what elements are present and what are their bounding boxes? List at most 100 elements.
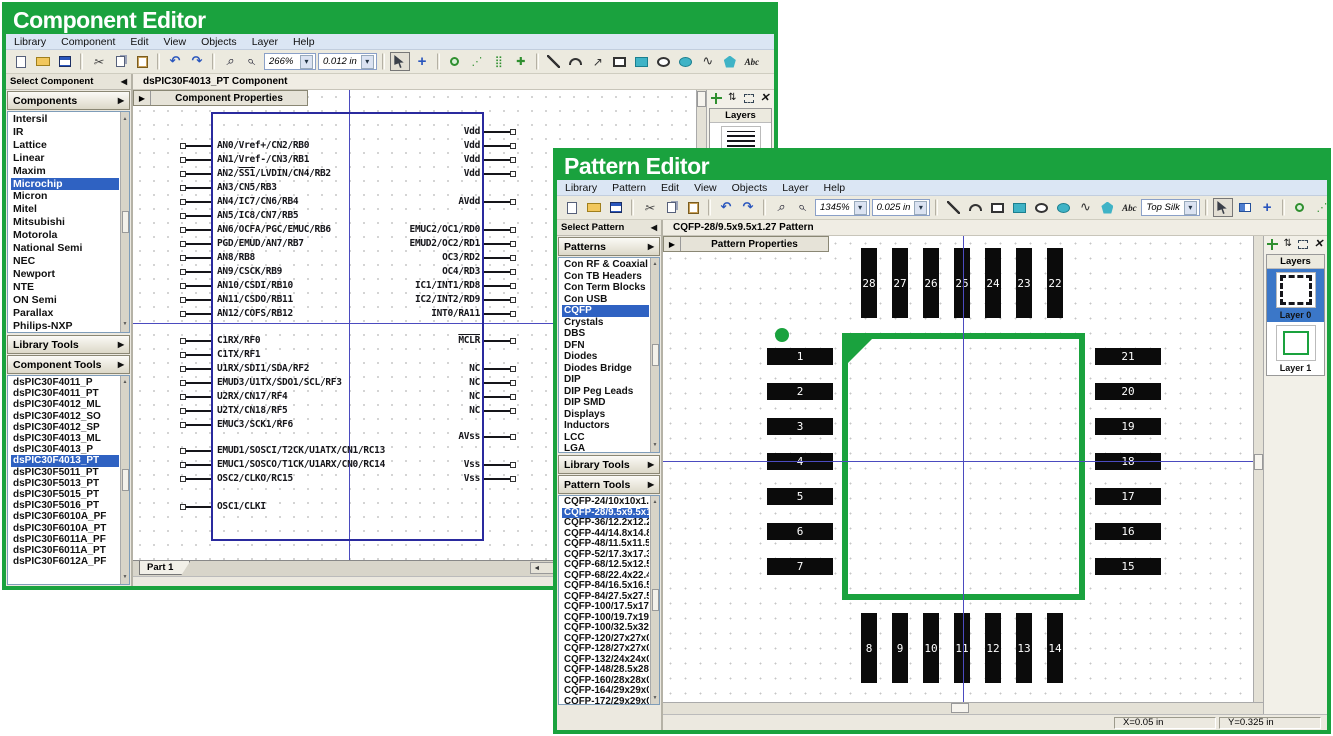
ellipse-tool[interactable] — [654, 52, 674, 71]
filled-circle-tool[interactable] — [1053, 198, 1073, 217]
part-tab[interactable]: Part 1 — [139, 561, 190, 575]
new-icon[interactable] — [562, 198, 582, 217]
manufacturer-item[interactable]: Microchip — [11, 178, 119, 191]
part-item[interactable]: dsPIC30F4011_PT — [11, 388, 119, 399]
pad[interactable]: 8 — [861, 613, 877, 683]
manufacturer-item[interactable]: Picaxe — [11, 332, 119, 333]
pad[interactable]: 19 — [1095, 418, 1161, 435]
menu-item[interactable]: Objects — [732, 182, 768, 194]
manufacturer-item[interactable]: ON Semi — [11, 294, 119, 307]
undo-icon[interactable]: ↶ — [165, 52, 185, 71]
size-item[interactable]: CQFP-100/32.5x32.5 — [562, 623, 649, 634]
size-item[interactable]: CQFP-52/17.3x17.3x — [562, 550, 649, 561]
menu-item[interactable]: Library — [565, 182, 597, 194]
pad[interactable]: 17 — [1095, 488, 1161, 505]
filled-rectangle-tool[interactable] — [632, 52, 652, 71]
zoom-select[interactable]: 266% — [264, 53, 316, 70]
pad[interactable]: 6 — [767, 523, 833, 540]
part-item[interactable]: dsPIC30F6011A_PT — [11, 545, 119, 556]
rectangle-tool[interactable] — [987, 198, 1007, 217]
component-properties-button[interactable]: ▶ Component Properties — [133, 90, 308, 106]
pointer-tool[interactable] — [390, 52, 410, 71]
category-item[interactable]: CQFP — [562, 305, 649, 317]
move-icon[interactable] — [709, 91, 723, 105]
part-item[interactable]: dsPIC30F4012_ML — [11, 399, 119, 410]
manufacturer-item[interactable]: Intersil — [11, 113, 119, 126]
category-item[interactable]: LGA — [562, 443, 649, 453]
open-icon[interactable] — [33, 52, 53, 71]
part-item[interactable]: dsPIC30F5015_PT — [11, 489, 119, 500]
pad[interactable]: 10 — [923, 613, 939, 683]
pattern-properties-button[interactable]: ▶ Pattern Properties — [663, 236, 829, 252]
pad[interactable]: 27 — [892, 248, 908, 318]
size-item[interactable]: CQFP-128/27x27x0.8 — [562, 644, 649, 655]
menu-item[interactable]: View — [694, 182, 717, 194]
menu-item[interactable]: Edit — [130, 36, 148, 48]
part-item[interactable]: dsPIC30F4013_P — [11, 444, 119, 455]
pattern-doc-tab[interactable]: CQFP-28/9.5x9.5x1.27 Pattern — [663, 220, 1327, 236]
close-icon[interactable]: ✕ — [758, 91, 772, 105]
menu-item[interactable]: Help — [293, 36, 315, 48]
pad[interactable]: 1 — [767, 348, 833, 365]
place-pin-matrix-tool[interactable]: ⣿ — [489, 52, 509, 71]
component-tools-button[interactable]: Component Tools ▶ — [7, 355, 130, 374]
manufacturer-item[interactable]: IR — [11, 126, 119, 139]
part-item[interactable]: dsPIC30F5011_PT — [11, 467, 119, 478]
pad[interactable]: 7 — [767, 558, 833, 575]
pad[interactable]: 15 — [1095, 558, 1161, 575]
layer-1-item[interactable]: Layer 1 — [1267, 322, 1324, 375]
size-item[interactable]: CQFP-36/12.2x12.2x — [562, 518, 649, 529]
zoom-out-icon[interactable]: ⌕ — [793, 198, 813, 217]
zoom-select[interactable]: 1345% — [815, 199, 870, 216]
move-icon[interactable] — [1265, 237, 1279, 251]
size-item[interactable]: CQFP-120/27x27x0.8 — [562, 634, 649, 645]
rectangle-tool[interactable] — [610, 52, 630, 71]
category-item[interactable]: DIP — [562, 374, 649, 386]
part-item[interactable]: dsPIC30F6012A_PF — [11, 556, 119, 567]
polyline-tool[interactable]: ∿ — [1075, 198, 1095, 217]
component-doc-tab[interactable]: dsPIC30F4013_PT Component — [133, 74, 774, 90]
list-scrollbar[interactable]: ▲▼ — [650, 258, 659, 452]
save-icon[interactable] — [606, 198, 626, 217]
manufacturer-item[interactable]: Motorola — [11, 229, 119, 242]
part-item[interactable]: dsPIC30F6011A_PF — [11, 534, 119, 545]
pad-line-tool[interactable]: ⋰ — [1312, 198, 1332, 217]
place-pin-cross-tool[interactable]: ✚ — [511, 52, 531, 71]
layer-rect-tool[interactable] — [1235, 198, 1255, 217]
crosshair-tool[interactable]: + — [412, 52, 432, 71]
zoom-in-icon[interactable]: ⌕ — [220, 52, 240, 71]
maximize-icon[interactable] — [1296, 237, 1310, 251]
library-tools-button[interactable]: Library Tools ▶ — [558, 455, 660, 474]
part-item[interactable]: dsPIC30F6010A_PT — [11, 523, 119, 534]
place-pin-line-tool[interactable]: ⋰ — [467, 52, 487, 71]
grid-select[interactable]: 0.025 in — [872, 199, 931, 216]
category-item[interactable]: LCC — [562, 432, 649, 444]
manufacturer-item[interactable]: NTE — [11, 281, 119, 294]
redo-icon[interactable]: ↷ — [187, 52, 207, 71]
size-item[interactable]: CQFP-164/29x29x0.6 — [562, 686, 649, 697]
size-item[interactable]: CQFP-68/22.4x22.4x — [562, 571, 649, 582]
manufacturer-item[interactable]: Mitel — [11, 203, 119, 216]
zoom-out-icon[interactable]: ⌕ — [242, 52, 262, 71]
pattern-editor-titlebar[interactable]: Pattern Editor — [557, 152, 1327, 180]
polygon-tool[interactable] — [1097, 198, 1117, 217]
close-icon[interactable]: ✕ — [1312, 237, 1326, 251]
place-pad-tool[interactable] — [1290, 198, 1310, 217]
category-item[interactable]: DIP Peg Leads — [562, 386, 649, 398]
menu-item[interactable]: Component — [61, 36, 115, 48]
list-scrollbar[interactable]: ▲▼ — [120, 112, 129, 332]
component-editor-titlebar[interactable]: Component Editor — [6, 6, 774, 34]
category-item[interactable]: DBS — [562, 328, 649, 340]
manufacturer-item[interactable]: National Semi — [11, 242, 119, 255]
list-scrollbar[interactable]: ▲▼ — [650, 496, 659, 704]
part-item[interactable]: dsPIC30F4013_ML — [11, 433, 119, 444]
save-icon[interactable] — [55, 52, 75, 71]
pad[interactable]: 13 — [1016, 613, 1032, 683]
manufacturer-item[interactable]: NEC — [11, 255, 119, 268]
undo-icon[interactable]: ↶ — [716, 198, 736, 217]
copy-icon[interactable] — [661, 198, 681, 217]
maximize-icon[interactable] — [742, 91, 756, 105]
place-pin-tool[interactable] — [445, 52, 465, 71]
line-tool[interactable] — [943, 198, 963, 217]
menu-item[interactable]: Layer — [252, 36, 278, 48]
